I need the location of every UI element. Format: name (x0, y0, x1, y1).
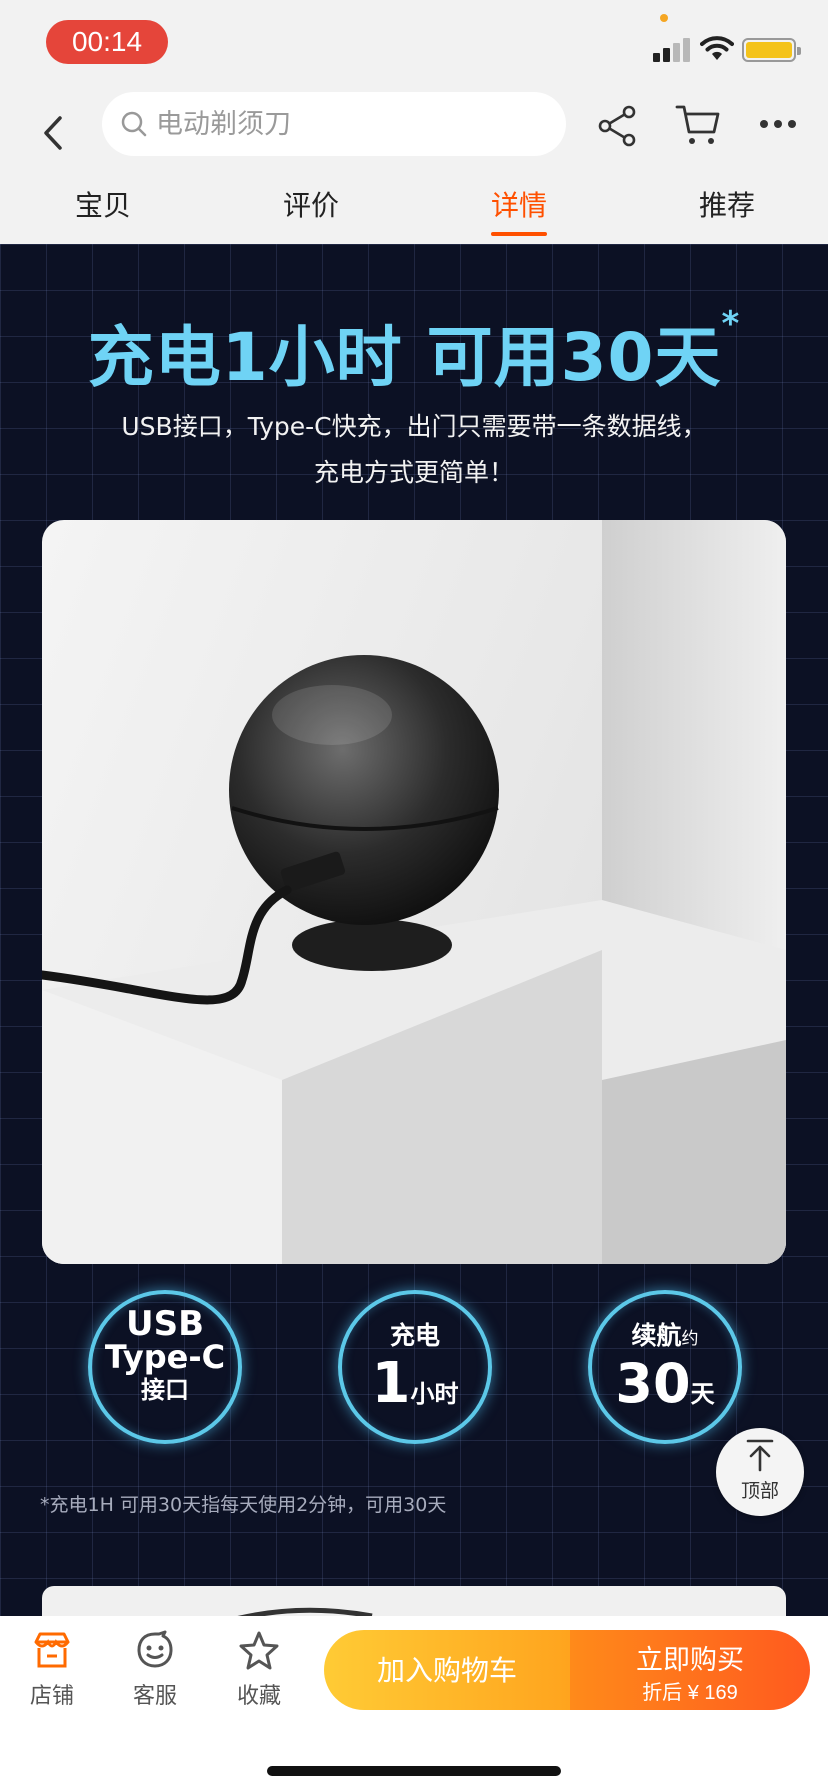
add-to-cart-button[interactable]: 加入购物车 (324, 1630, 570, 1710)
detail-content: 充电1小时 可用30天* USB接口，Type-C快充，出门只需要带一条数据线，… (0, 244, 828, 1616)
arrow-up-icon (746, 1439, 774, 1472)
customer-service-button[interactable]: 客服 (115, 1630, 195, 1710)
back-to-top-label: 顶部 (740, 1480, 779, 1502)
store-icon (34, 1632, 70, 1668)
detail-tabs: 宝贝 评价 详情 推荐 (0, 178, 828, 244)
tab-item[interactable]: 宝贝 (43, 184, 163, 224)
favorite-label: 收藏 (236, 1684, 281, 1709)
badge-charge-time: 充电 1小时 (338, 1290, 492, 1444)
search-input[interactable] (154, 92, 534, 156)
customer-service-icon (137, 1630, 173, 1668)
badge-usb-text: USB (125, 1304, 204, 1344)
back-arrow-icon[interactable] (34, 108, 74, 158)
headline-asterisk: * (721, 304, 741, 344)
buy-now-button[interactable]: 立即购买 折后 ¥ 169 (570, 1630, 810, 1710)
cellular-signal-icon (653, 36, 693, 62)
detail-description: USB接口，Type-C快充，出门只需要带一条数据线， 充电方式更简单！ (60, 404, 768, 496)
badge-port-text: 接口 (141, 1376, 189, 1404)
shaver-product-image (42, 520, 786, 1264)
next-detail-image (42, 1586, 786, 1616)
badge-life-approx: 约 (681, 1329, 699, 1349)
tab-active-underline (491, 232, 547, 236)
badge-life-number: 30 (615, 1352, 691, 1415)
cart-icon[interactable] (674, 102, 722, 148)
store-label: 店铺 (29, 1684, 74, 1709)
star-icon (239, 1631, 279, 1670)
more-options-icon[interactable] (758, 114, 798, 134)
tab-recommend[interactable]: 推荐 (667, 184, 787, 224)
buy-now-label: 立即购买 (636, 1645, 744, 1675)
back-to-top-button[interactable]: 顶部 (716, 1428, 804, 1516)
badge-life-unit: 天 (690, 1380, 715, 1408)
headline-text: 充电1小时 可用30天 (87, 319, 722, 396)
favorite-button[interactable]: 收藏 (219, 1630, 299, 1710)
badge-typec-text: Type-C (104, 1338, 226, 1376)
detail-headline: 充电1小时 可用30天* (0, 304, 828, 400)
nav-bar (0, 90, 828, 178)
footnote: *充电1H 可用30天指每天使用2分钟，可用30天 (40, 1494, 447, 1516)
wifi-icon (700, 36, 734, 60)
badge-charge-label: 充电 (389, 1321, 440, 1350)
share-icon[interactable] (596, 104, 640, 148)
tab-details[interactable]: 详情 (459, 184, 579, 224)
description-line-1: USB接口，Type-C快充，出门只需要带一条数据线， (121, 412, 707, 441)
tab-reviews[interactable]: 评价 (251, 184, 371, 224)
privacy-indicator-dot (660, 14, 668, 22)
badge-usb-typec: USB Type-C 接口 (88, 1290, 242, 1444)
badge-battery-life: 续航约 30天 (588, 1290, 742, 1444)
badge-life-label: 续航 (631, 1321, 682, 1350)
customer-service-label: 客服 (132, 1684, 177, 1709)
product-photo (42, 520, 786, 1264)
status-time: 00:14 (46, 20, 168, 64)
badge-charge-number: 1 (371, 1351, 411, 1416)
battery-icon (742, 38, 801, 62)
status-bar: 00:14 (0, 0, 828, 90)
home-indicator[interactable] (267, 1766, 561, 1776)
search-bar[interactable] (102, 92, 566, 156)
store-button[interactable]: 店铺 (12, 1630, 92, 1710)
search-icon (121, 111, 147, 137)
badge-charge-unit: 小时 (410, 1380, 459, 1408)
discount-price: 折后 ¥ 169 (642, 1682, 738, 1704)
description-line-2: 充电方式更简单！ (313, 458, 514, 487)
